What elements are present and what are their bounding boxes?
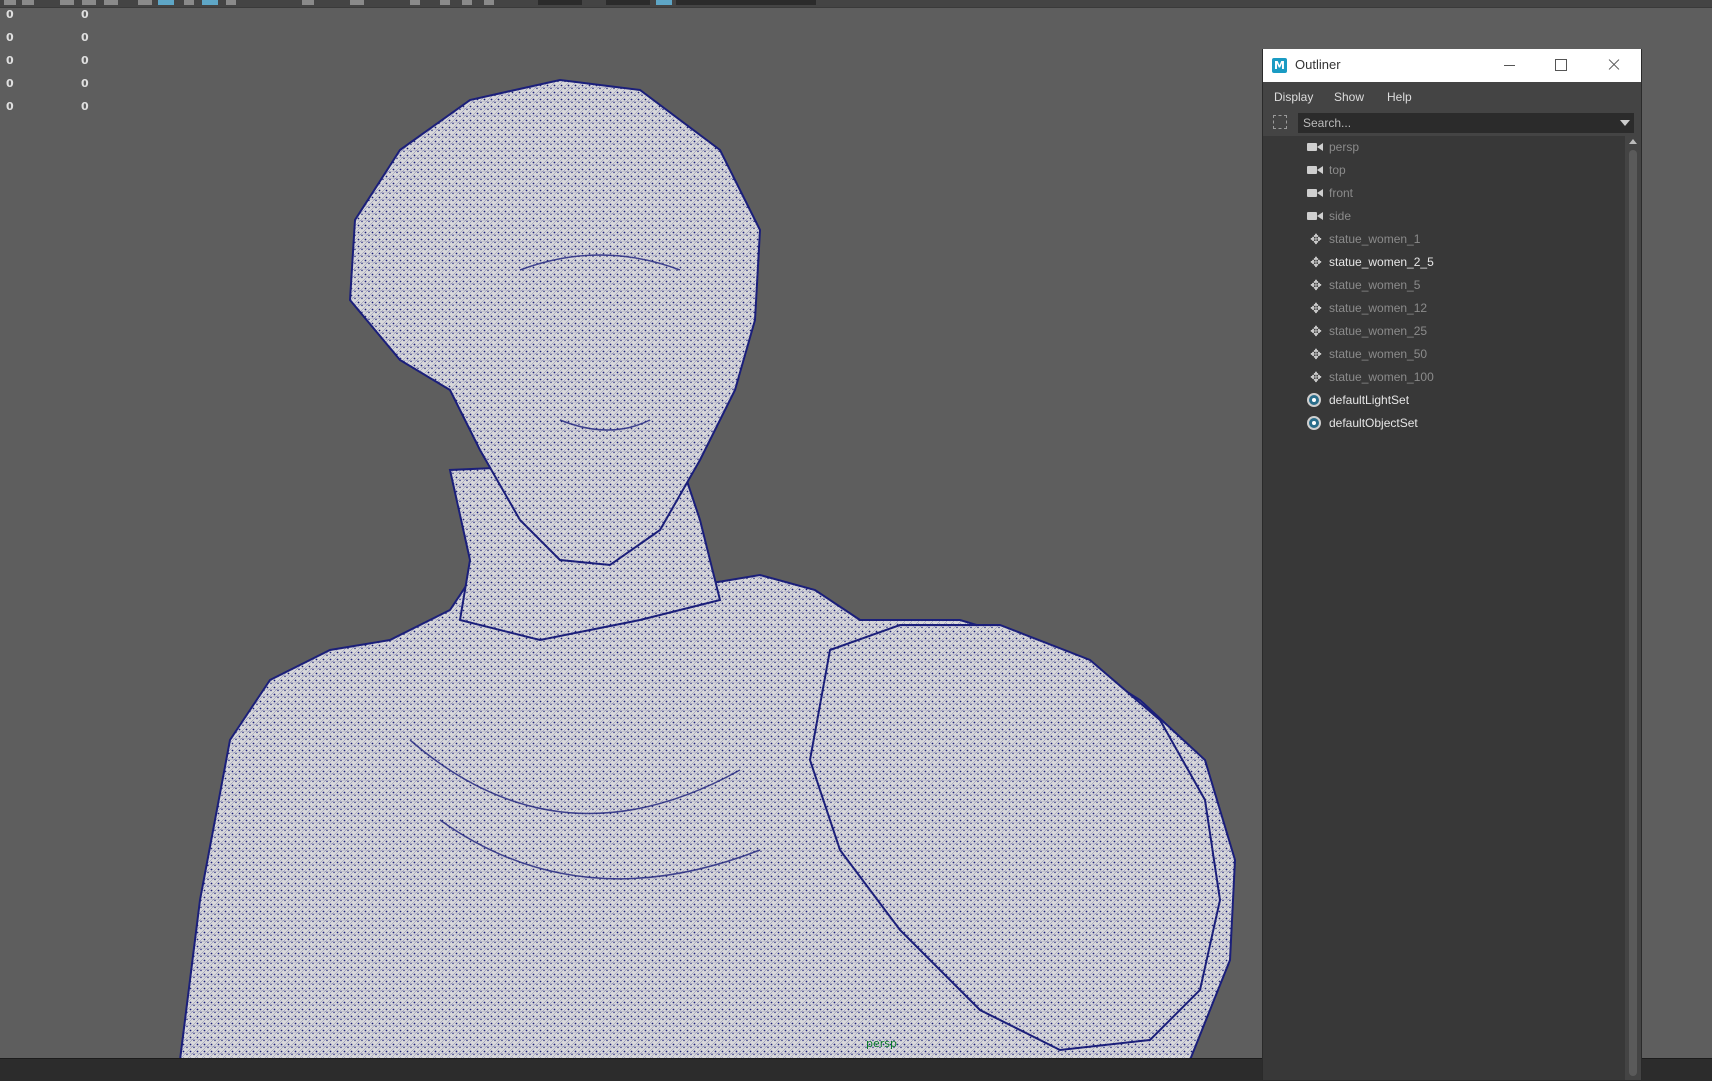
outliner-item-label: statue_women_5 xyxy=(1329,278,1421,292)
mesh-transform-icon: ✥ xyxy=(1310,277,1322,293)
camera-icon xyxy=(1307,163,1325,177)
outliner-item-label: statue_women_50 xyxy=(1329,347,1428,361)
outliner-item-statue-women-12[interactable]: ✥ statue_women_12 xyxy=(1263,297,1625,320)
menu-help[interactable]: Help xyxy=(1387,90,1412,104)
outliner-item-top[interactable]: top xyxy=(1263,159,1625,182)
outliner-title: Outliner xyxy=(1295,57,1341,72)
set-icon xyxy=(1307,393,1321,407)
camera-name-label: persp xyxy=(866,1037,897,1050)
outliner-item-statue-women-2-5[interactable]: ✥ statue_women_2_5 xyxy=(1263,251,1625,274)
camera-icon xyxy=(1307,209,1325,223)
outliner-titlebar[interactable]: M Outliner xyxy=(1263,49,1641,82)
outliner-scrollbar[interactable] xyxy=(1625,136,1641,1080)
set-icon xyxy=(1307,416,1321,430)
outliner-item-statue-women-100[interactable]: ✥ statue_women_100 xyxy=(1263,366,1625,389)
outliner-item-label: statue_women_1 xyxy=(1329,232,1421,246)
statue-mesh xyxy=(178,78,1237,1060)
outliner-item-label: defaultLightSet xyxy=(1329,393,1410,407)
camera-icon xyxy=(1307,140,1325,154)
menu-display[interactable]: Display xyxy=(1274,90,1313,104)
chevron-down-icon[interactable] xyxy=(1620,120,1630,126)
mesh-transform-icon: ✥ xyxy=(1310,300,1322,316)
maximize-icon[interactable] xyxy=(1539,53,1583,77)
outliner-window: M Outliner Display Show Help persp top f… xyxy=(1262,49,1642,1080)
outliner-item-default-light-set[interactable]: defaultLightSet xyxy=(1263,389,1625,412)
outliner-item-side[interactable]: side xyxy=(1263,205,1625,228)
outliner-item-statue-women-50[interactable]: ✥ statue_women_50 xyxy=(1263,343,1625,366)
mesh-transform-icon: ✥ xyxy=(1310,323,1322,339)
mesh-transform-icon: ✥ xyxy=(1310,346,1322,362)
statue-head xyxy=(348,78,762,567)
outliner-item-statue-women-5[interactable]: ✥ statue_women_5 xyxy=(1263,274,1625,297)
select-filter-icon[interactable] xyxy=(1273,115,1287,129)
outliner-item-label: statue_women_100 xyxy=(1329,370,1434,384)
mesh-transform-icon: ✥ xyxy=(1310,231,1322,247)
close-icon[interactable] xyxy=(1592,53,1636,77)
maya-logo-icon: M xyxy=(1272,58,1287,73)
camera-icon xyxy=(1307,186,1325,200)
scroll-up-icon[interactable] xyxy=(1629,139,1637,144)
outliner-tree: persp top front side ✥ statue_women_1 ✥ … xyxy=(1263,136,1625,1080)
menu-show[interactable]: Show xyxy=(1334,90,1364,104)
outliner-search-row xyxy=(1263,112,1641,136)
outliner-item-label: statue_women_25 xyxy=(1329,324,1428,338)
outliner-item-statue-women-1[interactable]: ✥ statue_women_1 xyxy=(1263,228,1625,251)
outliner-item-label: statue_women_2_5 xyxy=(1329,255,1434,269)
outliner-item-label: persp xyxy=(1329,140,1360,154)
mesh-transform-icon: ✥ xyxy=(1310,369,1322,385)
outliner-item-label: front xyxy=(1329,186,1354,200)
outliner-item-statue-women-25[interactable]: ✥ statue_women_25 xyxy=(1263,320,1625,343)
outliner-item-label: side xyxy=(1329,209,1352,223)
outliner-item-persp[interactable]: persp xyxy=(1263,136,1625,159)
outliner-item-label: defaultObjectSet xyxy=(1329,416,1418,430)
search-input[interactable] xyxy=(1298,113,1634,133)
outliner-item-label: statue_women_12 xyxy=(1329,301,1428,315)
outliner-item-label: top xyxy=(1329,163,1346,177)
outliner-item-default-object-set[interactable]: defaultObjectSet xyxy=(1263,412,1625,435)
mesh-transform-icon: ✥ xyxy=(1310,254,1322,270)
scroll-thumb[interactable] xyxy=(1629,150,1637,1076)
outliner-menubar: Display Show Help xyxy=(1263,82,1641,112)
minimize-icon[interactable] xyxy=(1487,53,1531,77)
outliner-item-front[interactable]: front xyxy=(1263,182,1625,205)
viewport-wireframe-model[interactable] xyxy=(0,0,1265,1060)
